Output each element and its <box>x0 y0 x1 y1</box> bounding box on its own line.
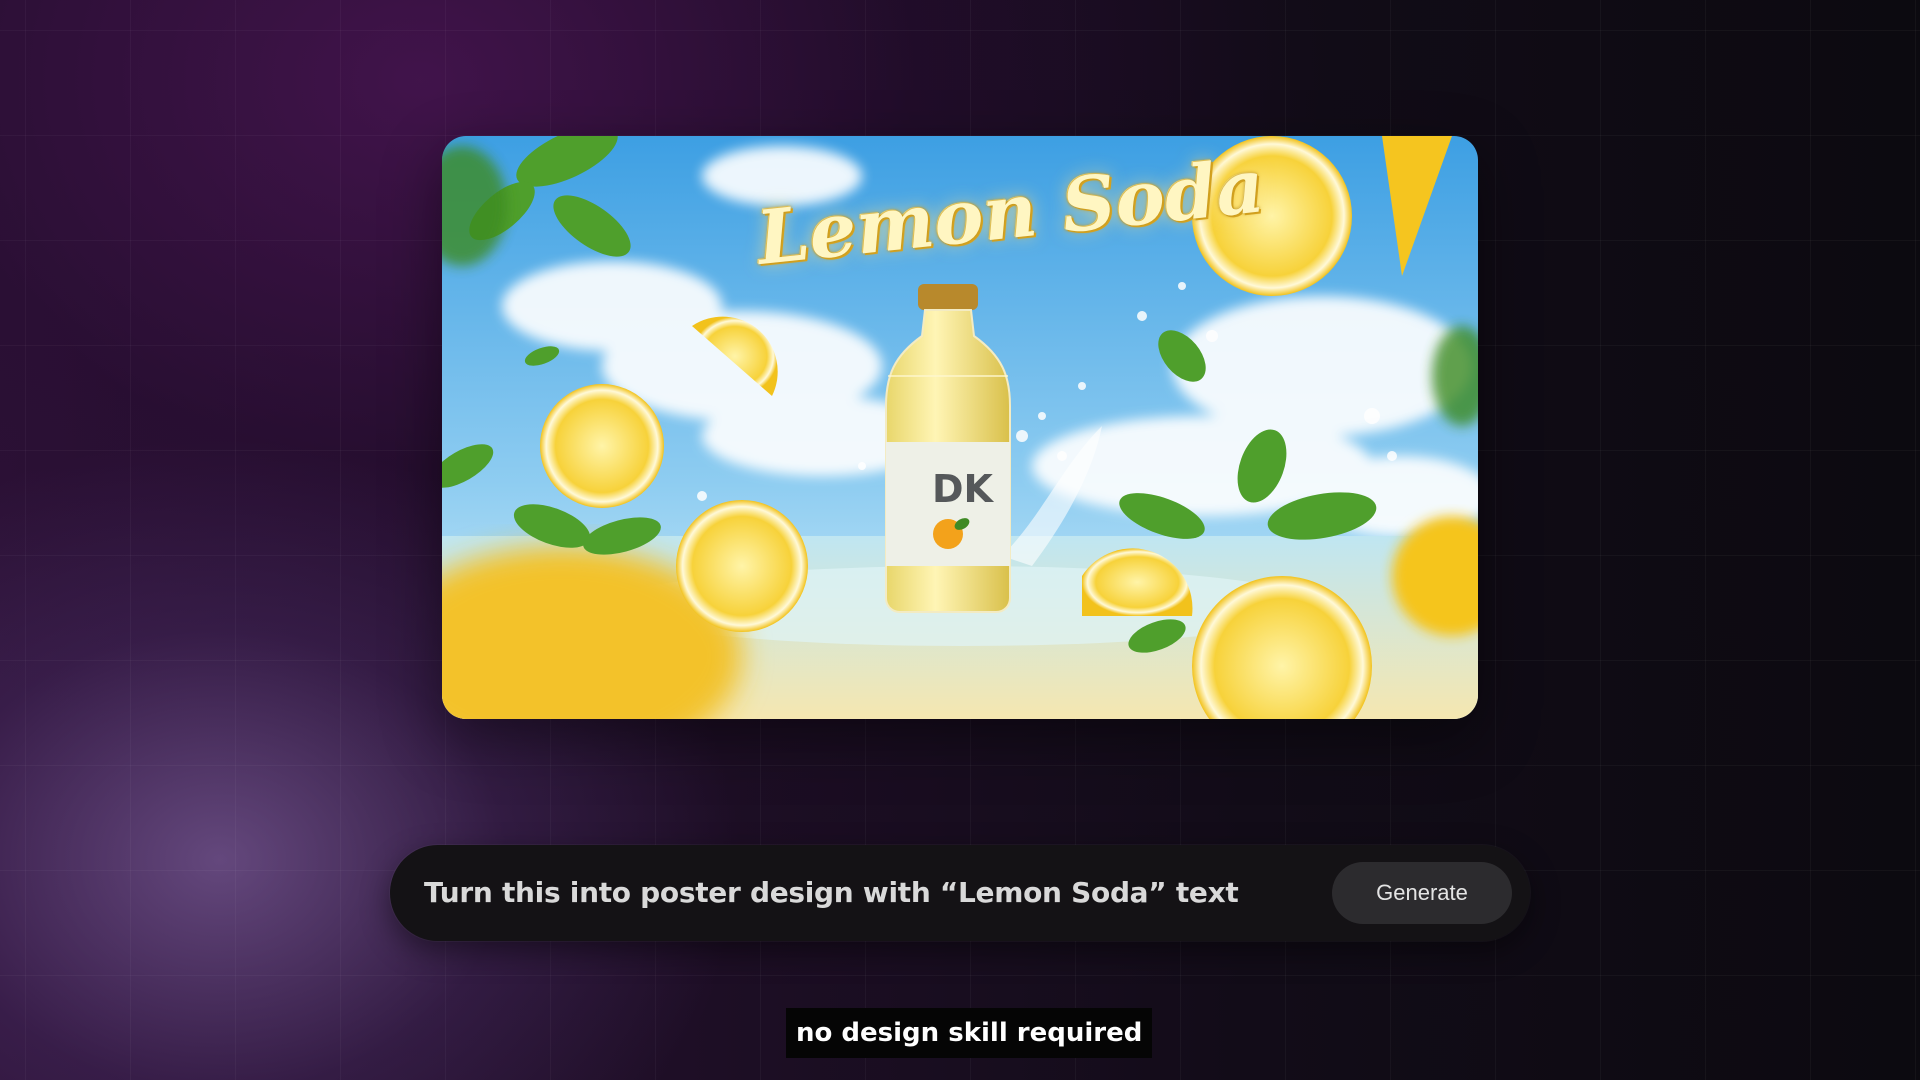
prompt-input[interactable]: Turn this into poster design with “Lemon… <box>424 845 1239 941</box>
generated-poster-image: DK Lemon Soda <box>442 136 1478 719</box>
svg-text:DK: DK <box>932 467 995 511</box>
video-caption: no design skill required <box>786 1008 1153 1058</box>
prompt-bar[interactable]: Turn this into poster design with “Lemon… <box>390 845 1530 941</box>
video-frame: DK Lemon Soda Turn this into poster desi… <box>0 0 1920 1080</box>
generate-button[interactable]: Generate <box>1332 862 1512 924</box>
